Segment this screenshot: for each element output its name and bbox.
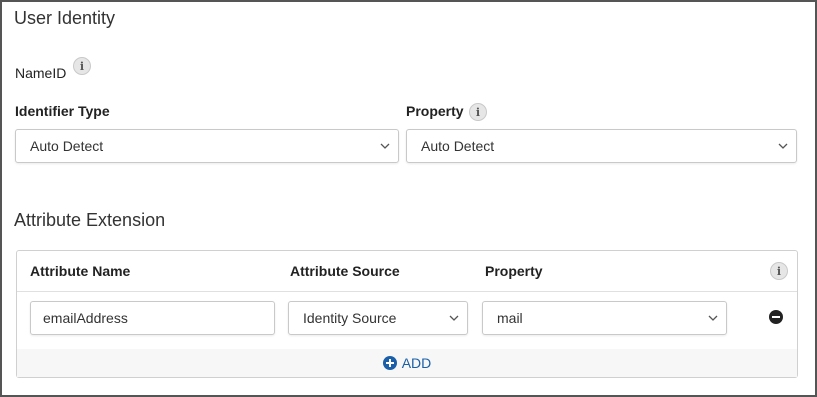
chevron-down-icon [708,315,718,321]
user-identity-title: User Identity [14,8,116,28]
attribute-property-value: mail [497,310,523,326]
chevron-down-icon [778,143,788,149]
attribute-source-value: Identity Source [303,310,397,326]
property-select[interactable]: Auto Detect [406,129,797,163]
chevron-down-icon [380,143,390,149]
plus-circle-icon [382,356,397,370]
column-header-property: Property [485,263,543,279]
nameid-label: NameID [15,65,67,81]
attribute-property-select[interactable]: mail [482,301,727,335]
attribute-extension-title: Attribute Extension [14,210,166,230]
attribute-name-input[interactable]: emailAddress [30,301,275,335]
add-attribute-button[interactable]: ADD [382,355,432,371]
column-header-attribute-name: Attribute Name [30,263,131,279]
identifier-type-select[interactable]: Auto Detect [15,129,399,163]
user-identity-panel: User Identity NameID i Identifier Type A… [0,0,817,397]
chevron-down-icon [449,315,459,321]
add-label: ADD [401,355,432,371]
info-icon[interactable]: i [770,262,788,280]
info-icon[interactable]: i [469,103,487,121]
table-footer: ADD [17,349,797,377]
info-icon[interactable]: i [73,57,91,75]
identifier-type-label: Identifier Type [15,103,110,119]
attribute-table: Attribute Name Attribute Source Property… [16,250,798,378]
property-value: Auto Detect [421,138,495,154]
identifier-type-value: Auto Detect [30,138,104,154]
remove-circle-icon[interactable] [769,310,783,324]
column-header-attribute-source: Attribute Source [290,263,400,279]
attribute-name-value: emailAddress [43,310,128,326]
header-divider [17,291,797,292]
attribute-source-select[interactable]: Identity Source [288,301,468,335]
property-label: Property [406,103,464,119]
